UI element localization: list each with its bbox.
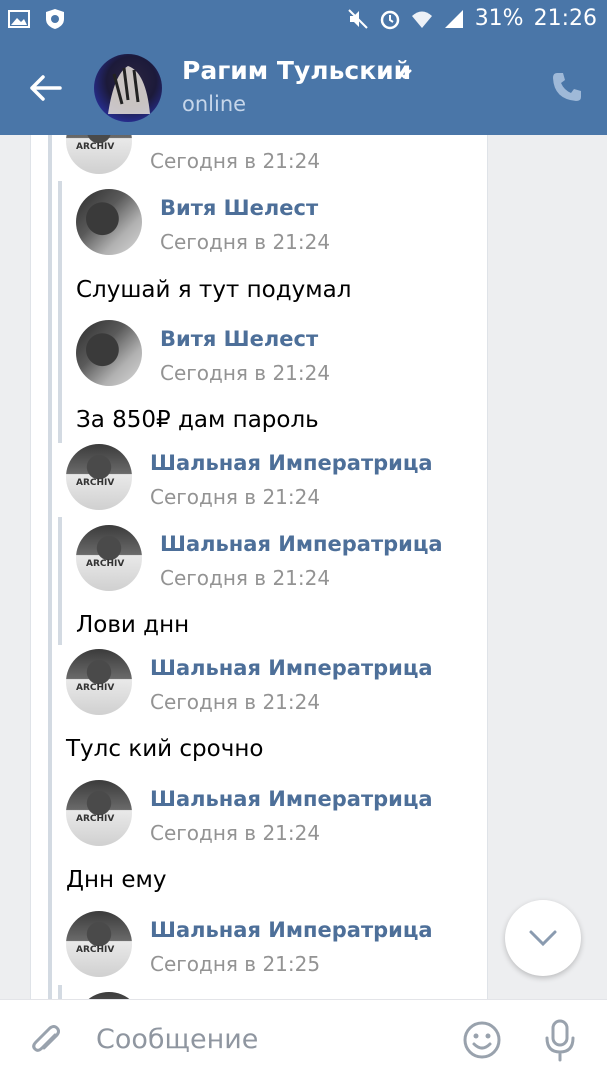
contact-name[interactable]: Рагим Тульский xyxy=(182,56,411,85)
author-name[interactable]: Шальная Императрица xyxy=(160,532,443,556)
attach-icon[interactable] xyxy=(28,1022,66,1060)
avatar[interactable]: ARCHIV xyxy=(66,649,132,715)
alarm-icon xyxy=(379,8,401,30)
mute-icon xyxy=(347,8,369,30)
avatar[interactable] xyxy=(76,320,142,386)
author-name[interactable]: Шальная Императрица xyxy=(150,918,433,942)
author-name[interactable]: Шальная Императрица xyxy=(150,656,433,680)
avatar[interactable]: ARCHIV xyxy=(66,444,132,510)
message-composer: Сообщение xyxy=(0,999,607,1080)
signal-icon xyxy=(443,8,465,30)
message-text: За 850₽ дам пароль xyxy=(76,407,319,433)
message-text: Лови днн xyxy=(76,612,190,638)
phone-icon[interactable] xyxy=(550,70,584,104)
avatar[interactable]: ARCHIV xyxy=(66,911,132,977)
mic-icon[interactable] xyxy=(542,1018,578,1062)
message-time: Сегодня в 21:24 xyxy=(150,821,321,845)
chevron-down-icon[interactable] xyxy=(394,66,414,80)
message-text: Слушай я тут подумал xyxy=(76,277,352,303)
avatar[interactable] xyxy=(76,189,142,255)
back-arrow-icon[interactable] xyxy=(26,68,66,108)
message-time: Сегодня в 21:24 xyxy=(150,149,321,173)
chevron-down-icon xyxy=(529,930,557,947)
author-name[interactable]: Шальная Императрица xyxy=(150,787,433,811)
clock: 21:26 xyxy=(533,6,597,31)
message-input[interactable]: Сообщение xyxy=(96,1024,258,1055)
message-time: Сегодня в 21:24 xyxy=(160,230,331,254)
shield-icon xyxy=(44,8,66,30)
forward-rail xyxy=(48,135,52,999)
emoji-icon[interactable] xyxy=(462,1020,502,1060)
nested-rail xyxy=(58,517,62,645)
message-time: Сегодня в 21:24 xyxy=(160,566,331,590)
nested-rail xyxy=(58,985,62,999)
battery-percent: 31% xyxy=(474,6,524,31)
message-text: Тулс кий срочно xyxy=(66,736,264,762)
contact-status: online xyxy=(182,92,247,116)
avatar[interactable]: ARCHIV xyxy=(66,780,132,846)
message-time: Сегодня в 21:24 xyxy=(150,485,321,509)
author-name[interactable]: Витя Шелест xyxy=(160,196,318,220)
avatar[interactable]: ARCHIV xyxy=(76,525,142,591)
scroll-down-button[interactable] xyxy=(505,900,581,976)
message-time: Сегодня в 21:25 xyxy=(150,952,321,976)
wifi-icon xyxy=(411,8,433,30)
nested-rail xyxy=(58,181,62,443)
message-text: Днн ему xyxy=(66,867,167,893)
author-name[interactable]: Шальная Императрица xyxy=(150,451,433,475)
message-time: Сегодня в 21:24 xyxy=(160,361,331,385)
contact-avatar[interactable] xyxy=(94,54,162,122)
message-time: Сегодня в 21:24 xyxy=(150,690,321,714)
author-name[interactable]: Витя Шелест xyxy=(160,327,318,351)
chat-header: Рагим Тульский online xyxy=(0,40,607,135)
message-list[interactable]: ARCHIV Сегодня в 21:24 Витя Шелест Сегод… xyxy=(0,135,607,999)
status-bar: 31% 21:26 xyxy=(0,0,607,40)
image-icon xyxy=(8,8,30,30)
